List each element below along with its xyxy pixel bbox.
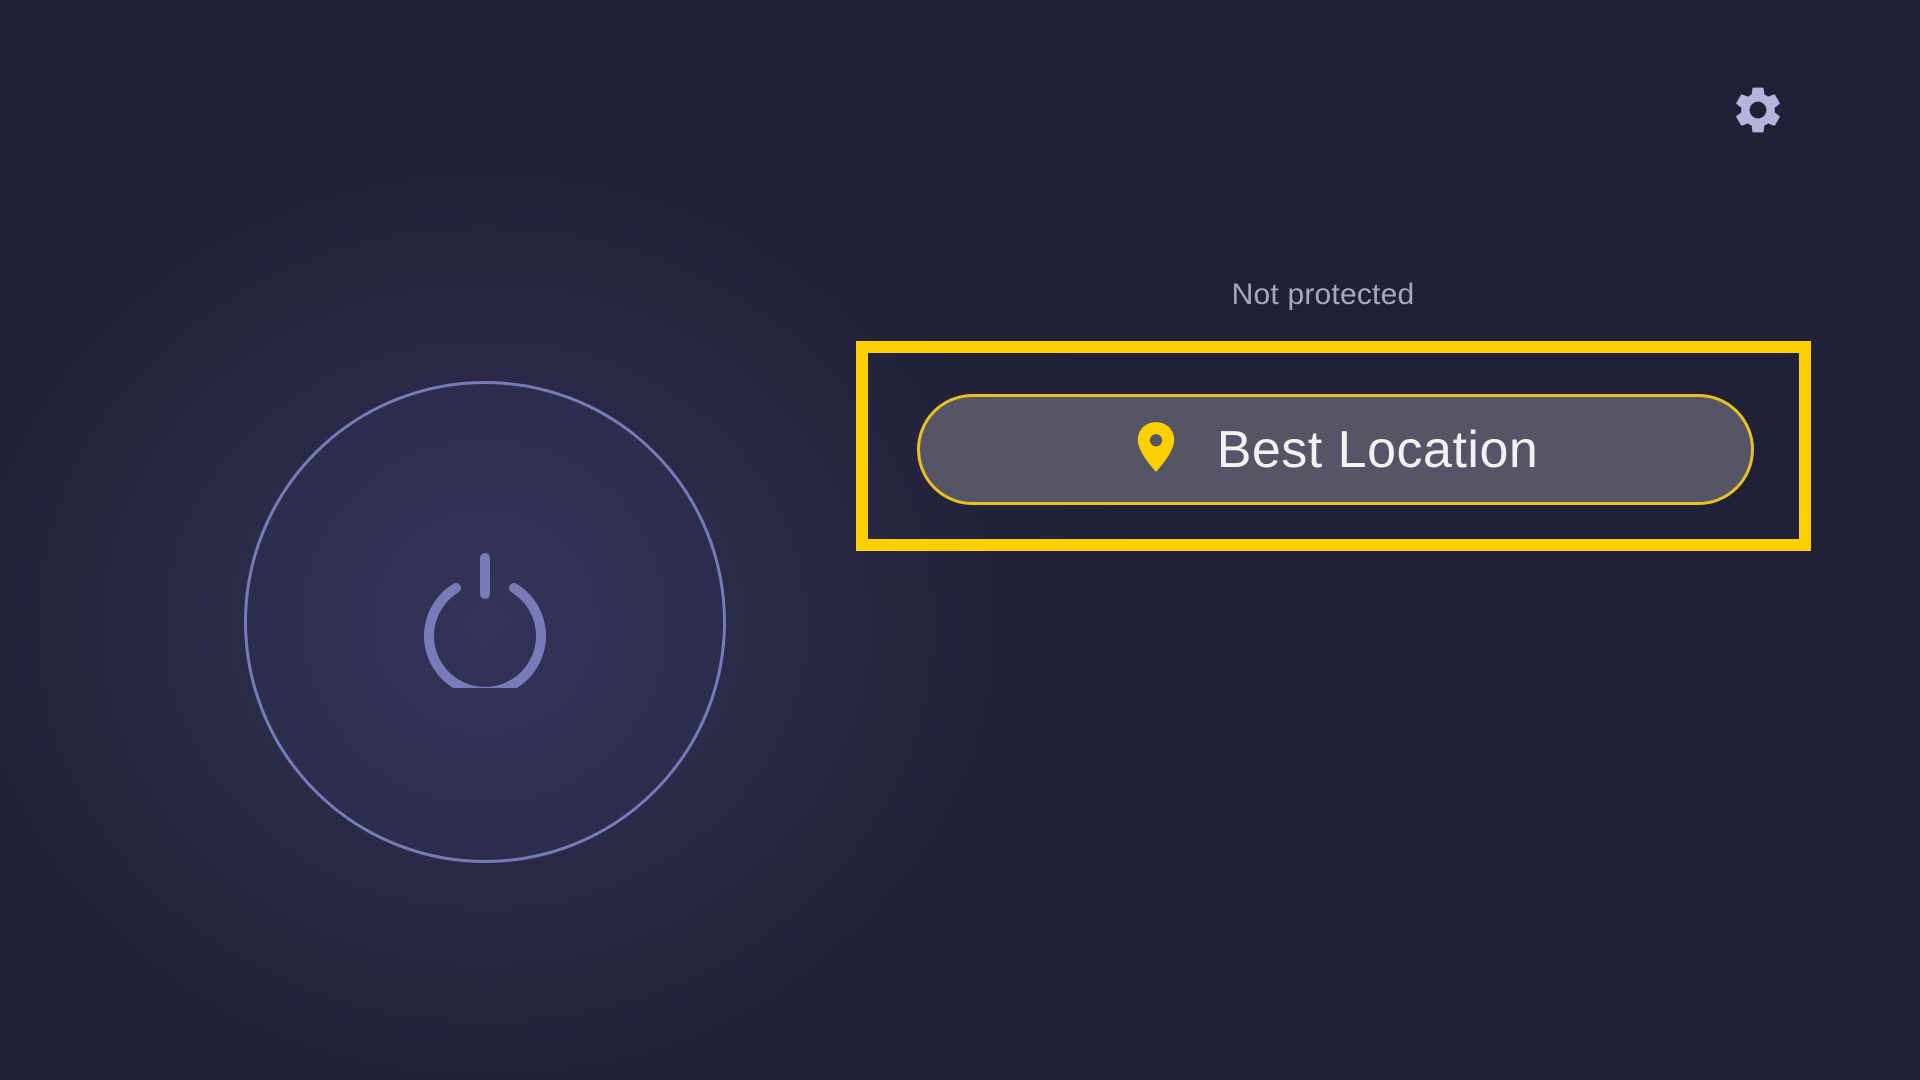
location-select-button[interactable]: Best Location (917, 394, 1754, 505)
power-icon (420, 548, 550, 688)
connect-power-button[interactable] (244, 381, 726, 863)
location-label: Best Location (1216, 420, 1539, 479)
connection-status: Not protected (1231, 278, 1415, 311)
settings-button[interactable] (1730, 82, 1786, 138)
map-pin-icon (1133, 420, 1179, 474)
gear-icon (1730, 82, 1786, 138)
